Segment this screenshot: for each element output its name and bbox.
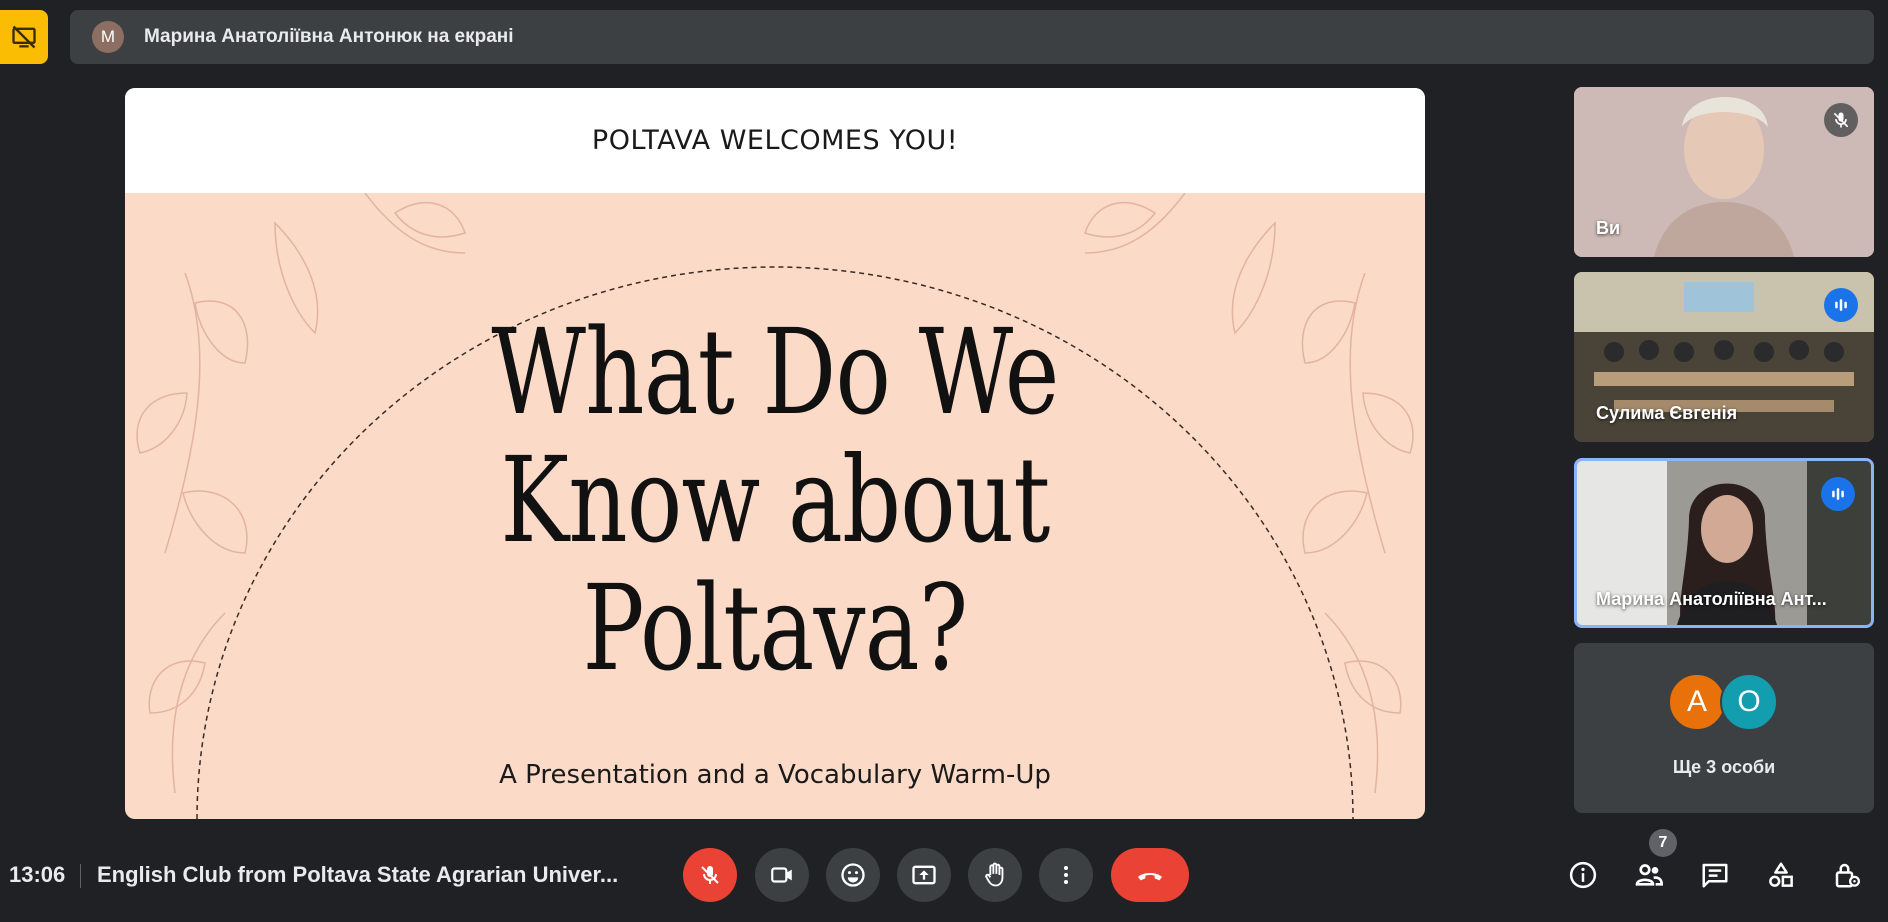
stop-presenting-layout-button[interactable] bbox=[0, 10, 48, 64]
people-icon bbox=[1635, 864, 1664, 886]
chat-icon bbox=[1702, 863, 1728, 888]
divider bbox=[80, 864, 81, 888]
presenter-avatar: М bbox=[92, 21, 124, 53]
slide-header-text: POLTAVA WELCOMES YOU! bbox=[591, 125, 959, 156]
raise-hand-icon bbox=[985, 862, 1004, 887]
videocam-icon bbox=[771, 867, 792, 883]
show-everyone-button[interactable] bbox=[1629, 855, 1669, 895]
participant-name: Ви bbox=[1596, 218, 1621, 238]
presenter-banner: М Марина Анатоліївна Антонюк на екрані bbox=[70, 10, 1874, 64]
call-end-icon bbox=[1138, 873, 1162, 881]
activities-button[interactable] bbox=[1761, 855, 1801, 895]
meeting-details-button[interactable] bbox=[1563, 855, 1603, 895]
slide-subtitle: A Presentation and a Vocabulary Warm-Up bbox=[499, 760, 1051, 790]
more-options-button[interactable] bbox=[1039, 848, 1093, 902]
participant-tile-classroom[interactable]: Сулима Євгенія bbox=[1574, 272, 1874, 442]
participant-tile-presenter[interactable]: Марина Анатоліївна Ант... bbox=[1574, 458, 1874, 628]
people-count-badge: 7 bbox=[1649, 829, 1677, 857]
host-controls-icon bbox=[1835, 863, 1860, 888]
chat-button[interactable] bbox=[1695, 855, 1735, 895]
slide-title-line: Poltava? bbox=[582, 559, 969, 697]
participant-avatar: А bbox=[1668, 673, 1726, 731]
slide-header: POLTAVA WELCOMES YOU! bbox=[125, 88, 1425, 193]
present-now-button[interactable] bbox=[897, 848, 951, 902]
more-vert-icon bbox=[1064, 866, 1068, 884]
send-reaction-button[interactable] bbox=[826, 848, 880, 902]
participant-avatar: О bbox=[1720, 673, 1778, 731]
microphone-toggle-button[interactable] bbox=[683, 848, 737, 902]
slide-title: What Do We Know about Poltava? bbox=[268, 308, 1282, 692]
host-controls-button[interactable] bbox=[1827, 855, 1867, 895]
info-icon bbox=[1569, 861, 1597, 889]
more-participants-label: Ще 3 особи bbox=[1672, 757, 1776, 777]
meeting-title: English Club from Poltava State Agrarian… bbox=[97, 862, 617, 887]
present-screen-icon bbox=[912, 865, 936, 885]
meeting-time: 13:06 bbox=[9, 862, 66, 887]
present-off-icon bbox=[12, 25, 36, 49]
speaking-indicator bbox=[1824, 288, 1858, 322]
presenter-label: Марина Анатоліївна Антонюк на екрані bbox=[144, 26, 514, 47]
participant-tile-self[interactable]: Ви bbox=[1574, 87, 1874, 257]
camera-toggle-button[interactable] bbox=[755, 848, 809, 902]
mic-muted-indicator bbox=[1824, 103, 1858, 137]
slide-title-line: Know about bbox=[500, 431, 1050, 569]
mic-off-icon bbox=[701, 866, 719, 884]
slide-title-line: What Do We bbox=[491, 303, 1059, 441]
participant-name: Марина Анатоліївна Ант... bbox=[1596, 589, 1827, 609]
audio-level-icon bbox=[1835, 299, 1847, 311]
shared-screen-slide: POLTAVA WELCOMES YOU! What Do We Know ab… bbox=[125, 88, 1425, 819]
mic-off-icon bbox=[1833, 112, 1849, 128]
more-participants-avatars: А О bbox=[1668, 673, 1778, 731]
activities-icon bbox=[1769, 862, 1793, 887]
emoji-icon bbox=[841, 863, 865, 887]
leave-call-button[interactable] bbox=[1111, 848, 1189, 902]
audio-level-icon bbox=[1832, 488, 1844, 500]
participant-name: Сулима Євгенія bbox=[1596, 403, 1738, 423]
raise-hand-button[interactable] bbox=[968, 848, 1022, 902]
more-participants-tile[interactable]: А О Ще 3 особи bbox=[1574, 643, 1874, 813]
speaking-indicator bbox=[1821, 477, 1855, 511]
